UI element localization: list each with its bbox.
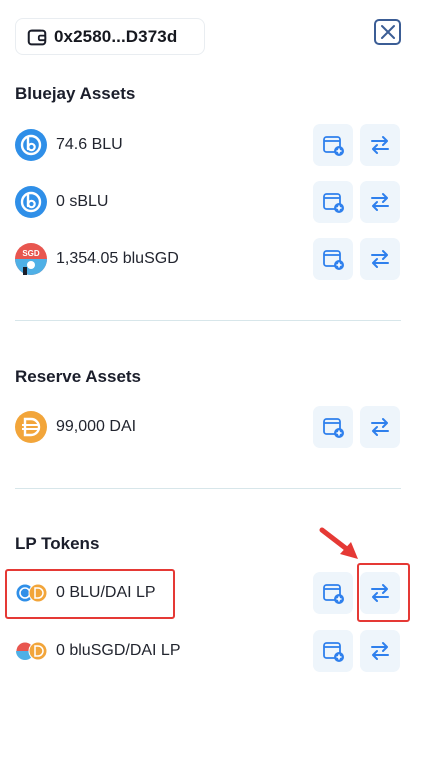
add-to-wallet-icon <box>323 250 344 270</box>
section-title-bluejay-assets: Bluejay Assets <box>15 84 136 103</box>
section-title-reserve-assets: Reserve Assets <box>15 367 142 386</box>
swap-arrows-icon <box>371 193 389 211</box>
asset-label: 0 sBLU <box>56 193 109 210</box>
blusgd-dai-lp-icon <box>15 641 48 661</box>
swap-arrows-icon <box>371 418 389 436</box>
swap-button[interactable] <box>360 124 400 166</box>
asset-row-blusgd: SGD 1,354.05 bluSGD <box>15 238 401 280</box>
wallet-address-pill[interactable]: 0x2580...D373d <box>15 18 205 55</box>
swap-button[interactable] <box>360 181 400 223</box>
asset-label: 1,354.05 bluSGD <box>56 250 179 267</box>
wallet-address: 0x2580...D373d <box>54 26 178 46</box>
swap-button[interactable] <box>360 238 400 280</box>
add-to-wallet-button[interactable] <box>313 124 353 166</box>
add-to-wallet-icon <box>323 136 344 156</box>
swap-button[interactable] <box>360 630 400 672</box>
highlight-box-swap-button <box>357 563 410 622</box>
add-to-wallet-button[interactable] <box>313 181 353 223</box>
add-to-wallet-icon <box>323 642 344 662</box>
swap-arrows-icon <box>371 250 389 268</box>
close-button[interactable] <box>374 19 401 45</box>
asset-label: 99,000 DAI <box>56 418 137 435</box>
add-to-wallet-icon <box>323 584 344 604</box>
swap-arrows-icon <box>371 642 389 660</box>
asset-row-blu: 74.6 BLU <box>15 124 401 166</box>
section-title-lp-tokens: LP Tokens <box>15 534 100 553</box>
dai-token-icon <box>15 411 47 443</box>
swap-button[interactable] <box>360 406 400 448</box>
highlight-box-lp-row <box>5 569 175 619</box>
add-to-wallet-button[interactable] <box>313 572 353 614</box>
annotation-arrow-icon <box>319 527 358 559</box>
add-to-wallet-button[interactable] <box>313 406 353 448</box>
swap-arrows-icon <box>371 136 389 154</box>
wallet-icon <box>27 29 47 45</box>
lp-label: 0 bluSGD/DAI LP <box>56 642 181 659</box>
add-to-wallet-icon <box>323 193 344 213</box>
add-to-wallet-button[interactable] <box>313 630 353 672</box>
close-icon <box>380 25 395 39</box>
add-to-wallet-button[interactable] <box>313 238 353 280</box>
section-divider <box>15 488 401 489</box>
asset-row-sblu: 0 sBLU <box>15 181 401 223</box>
section-divider <box>15 320 401 321</box>
lp-row-blusgd-dai: 0 bluSGD/DAI LP <box>15 630 401 672</box>
sblu-token-icon <box>15 186 47 218</box>
add-to-wallet-icon <box>323 418 344 438</box>
svg-text:SGD: SGD <box>22 249 40 258</box>
blusgd-token-icon: SGD <box>15 243 47 275</box>
asset-row-dai: 99,000 DAI <box>15 406 401 448</box>
asset-label: 74.6 BLU <box>56 136 123 153</box>
blu-token-icon <box>15 129 47 161</box>
